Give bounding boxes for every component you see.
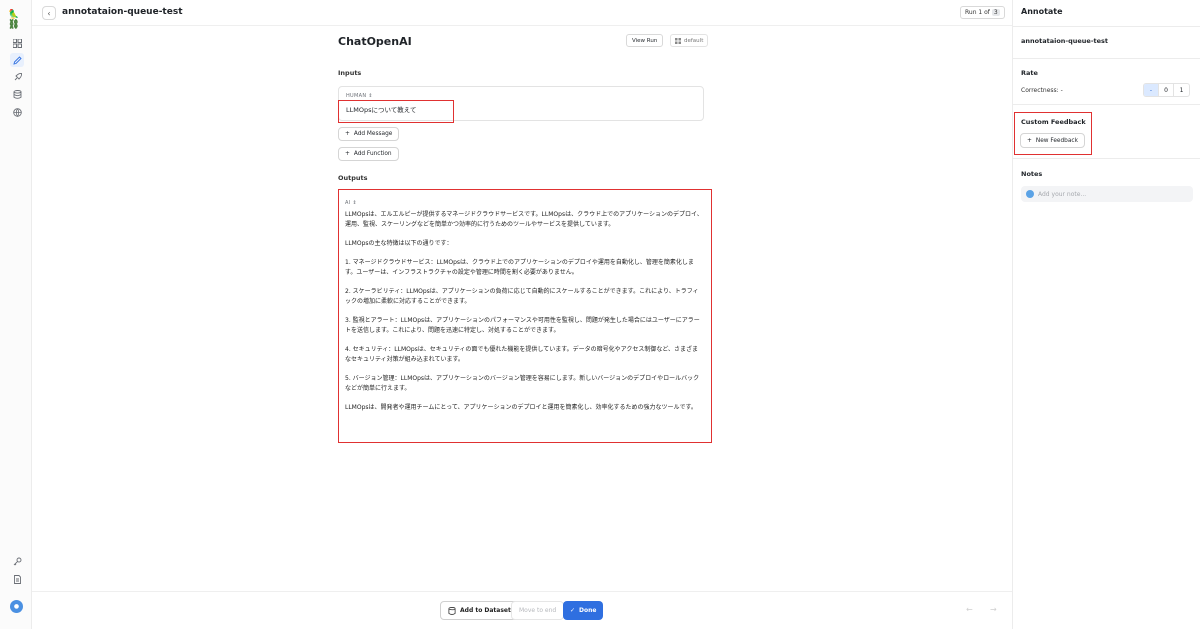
run-name: ChatOpenAI <box>338 35 412 48</box>
logo-icon[interactable]: 🦜⛓ <box>8 10 26 30</box>
sort-icon: ⇕ <box>352 200 357 206</box>
add-message-label: Add Message <box>353 131 393 137</box>
rocket-icon[interactable] <box>10 70 24 84</box>
avatar-icon <box>1026 190 1034 198</box>
divider <box>1013 158 1200 159</box>
notes-input[interactable]: Add your note... <box>1021 186 1193 202</box>
add-to-dataset-button[interactable]: Add to Dataset <box>440 601 519 620</box>
add-message-button[interactable]: + Add Message <box>338 127 400 141</box>
plus-icon: + <box>345 151 350 157</box>
document-icon[interactable] <box>10 572 24 586</box>
annotate-title: Annotate <box>1021 7 1063 16</box>
queue-title: annotataion-queue-test <box>62 7 183 17</box>
previous-run-arrow[interactable]: ← <box>966 605 973 614</box>
correctness-label: Correctness: - <box>1021 87 1063 94</box>
done-label: Done <box>579 607 597 614</box>
grid-icon[interactable] <box>10 36 24 50</box>
correctness-score-group: - 0 1 <box>1143 83 1190 97</box>
annotate-panel: Annotate annotataion-queue-test Rate Cor… <box>1012 0 1200 629</box>
new-feedback-label: New Feedback <box>1035 137 1078 144</box>
score-option[interactable]: 1 <box>1174 84 1189 96</box>
globe-icon[interactable] <box>10 105 24 119</box>
database-icon <box>448 606 456 615</box>
output-paragraph: 3. 監視とアラート：LLMOpsは、アプリケーションのパフォーマンスや可用性を… <box>345 317 700 334</box>
annotate-queue-name: annotataion-queue-test <box>1021 37 1109 45</box>
output-paragraph: 5. バージョン管理：LLMOpsは、アプリケーションのバージョン管理を容易にし… <box>345 375 700 392</box>
inputs-label: Inputs <box>338 69 362 77</box>
top-bar: ‹ annotataion-queue-test Run 1 of 3 <box>32 0 1012 26</box>
output-content: AI ⇕ LLMOpsは、エルエルピーが提供するマネージドクラウドサービスです。… <box>345 200 703 422</box>
back-button[interactable]: ‹ <box>42 6 56 20</box>
rate-label: Rate <box>1021 69 1038 77</box>
sort-icon: ⇕ <box>368 93 373 99</box>
plus-icon: + <box>1027 137 1032 144</box>
output-paragraph: 1. マネージドクラウドサービス：LLMOpsは、クラウド上でのアプリケーション… <box>345 259 694 276</box>
input-highlight-box <box>338 100 454 123</box>
notes-placeholder: Add your note... <box>1038 190 1087 198</box>
score-option[interactable]: - <box>1144 84 1159 96</box>
input-role-label: HUMAN <box>346 93 367 99</box>
done-button[interactable]: ✓ Done <box>563 601 604 620</box>
output-paragraph: 2. スケーラビリティ：LLMOpsは、アプリケーションの負荷に応じて自動的にス… <box>345 288 699 305</box>
key-icon[interactable] <box>10 554 24 568</box>
divider <box>1013 26 1200 27</box>
run-counter[interactable]: Run 1 of 3 <box>960 6 1005 19</box>
avatar-icon[interactable]: ● <box>10 600 23 613</box>
check-icon: ✓ <box>570 607 576 614</box>
input-role-select[interactable]: HUMAN ⇕ <box>346 93 373 99</box>
app-root: 🦜⛓ ● ‹ annotataion-queue-test Run 1 of 3… <box>0 0 1200 629</box>
left-nav-rail: 🦜⛓ ● <box>0 0 32 629</box>
output-paragraph: LLMOpsは、開発者や運用チームにとって、アプリケーションのデプロイと運用を簡… <box>345 404 697 411</box>
workspace-badge[interactable]: default <box>670 34 709 47</box>
divider <box>1013 104 1200 105</box>
outputs-label: Outputs <box>338 174 368 182</box>
database-icon[interactable] <box>10 87 24 101</box>
divider <box>1013 58 1200 59</box>
output-paragraph: LLMOpsは、エルエルピーが提供するマネージドクラウドサービスです。LLMOp… <box>345 211 703 228</box>
bottom-action-bar: Add to Dataset Move to end ✓ Done ← → <box>32 591 1012 629</box>
plus-icon: + <box>345 131 350 137</box>
pencil-icon[interactable] <box>10 53 24 67</box>
grid-icon <box>675 37 681 44</box>
output-message-card: AI ⇕ LLMOpsは、エルエルピーが提供するマネージドクラウドサービスです。… <box>338 189 712 443</box>
next-run-arrow[interactable]: → <box>990 605 997 614</box>
add-to-dataset-label: Add to Dataset <box>460 607 511 614</box>
output-role-select[interactable]: AI ⇕ <box>345 200 703 206</box>
view-run-button[interactable]: View Run <box>626 34 664 47</box>
output-paragraph: LLMOpsの主な特徴は以下の通りです： <box>345 240 453 247</box>
output-paragraph: 4. セキュリティ：LLMOpsは、セキュリティの面でも優れた機能を提供していま… <box>345 346 699 363</box>
add-function-button[interactable]: + Add Function <box>338 147 399 161</box>
add-function-label: Add Function <box>353 151 392 157</box>
workspace-label: default <box>684 37 704 44</box>
output-role-label: AI <box>345 200 351 206</box>
new-feedback-button[interactable]: + New Feedback <box>1020 133 1085 148</box>
score-option[interactable]: 0 <box>1159 84 1174 96</box>
chevron-left-icon: ‹ <box>47 8 51 18</box>
move-to-end-button[interactable]: Move to end <box>511 601 565 620</box>
run-counter-label: Run 1 of <box>965 9 990 16</box>
notes-label: Notes <box>1021 170 1043 178</box>
run-counter-total: 3 <box>991 9 1000 16</box>
